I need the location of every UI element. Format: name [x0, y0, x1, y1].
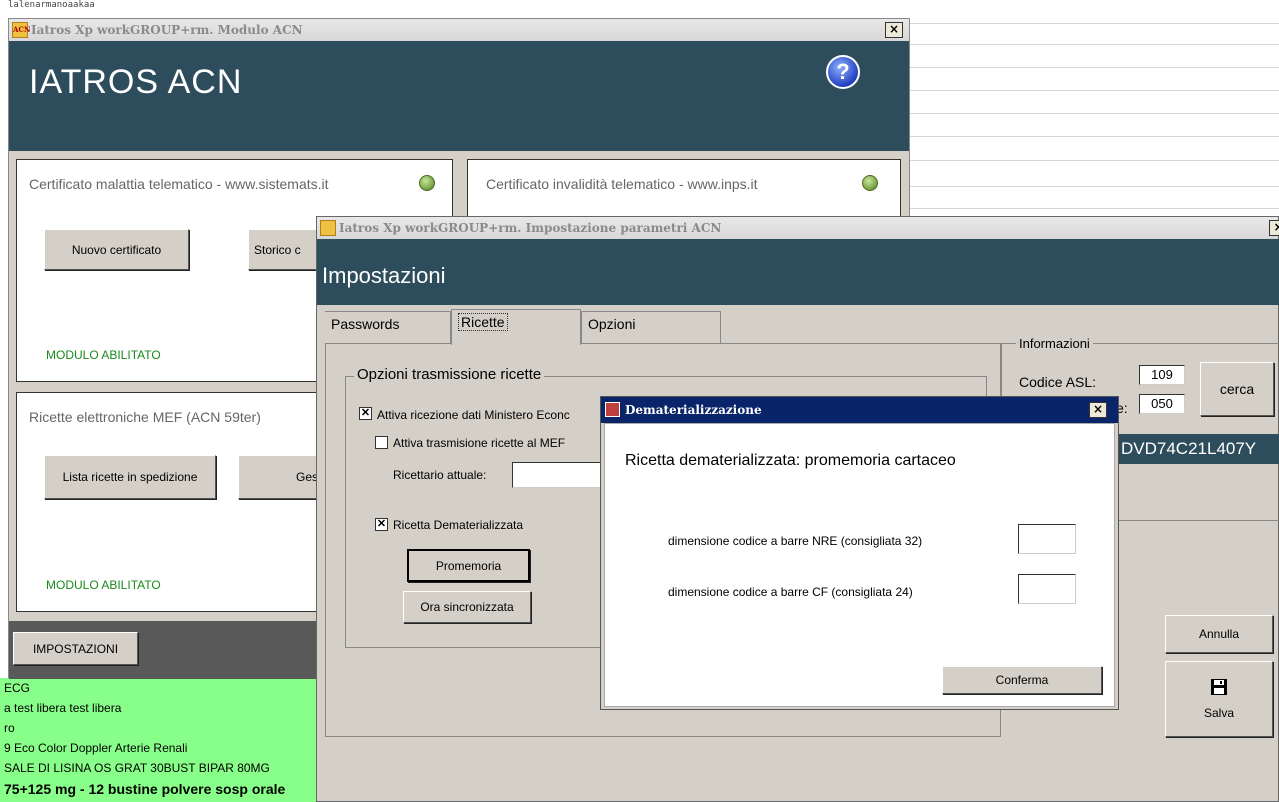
impostazioni-titlebar[interactable]: Iatros Xp workGROUP+rm. Impostazione par…	[317, 217, 1279, 239]
dialog-body: Ricetta dematerializzata: promemoria car…	[604, 423, 1115, 707]
panel-ricette-mef: Ricette elettroniche MEF (ACN 59ter) Lis…	[16, 392, 336, 612]
annulla-button[interactable]: Annulla	[1165, 615, 1273, 653]
app-icon	[605, 402, 620, 417]
lista-ricette-button[interactable]: Lista ricette in spedizione	[44, 455, 216, 499]
background-prescription-list[interactable]: ECG a test libera test libera ro 9 Eco C…	[0, 678, 330, 802]
panel-title: Certificato invalidità telematico - www.…	[486, 176, 758, 192]
background-lined-area	[908, 0, 1279, 215]
nuovo-certificato-button[interactable]: Nuovo certificato	[44, 229, 189, 270]
salva-button[interactable]: Salva	[1165, 661, 1273, 737]
window-title: Iatros Xp workGROUP+rm. Modulo ACN	[31, 23, 303, 37]
dialog-heading: Ricetta dematerializzata: promemoria car…	[625, 452, 956, 469]
ora-sincronizzata-button[interactable]: Ora sincronizzata	[403, 591, 531, 623]
dematerializzazione-dialog: Dematerializzazione × Ricetta dematerial…	[600, 396, 1119, 710]
dematerializzata-checkbox[interactable]: ✕	[375, 518, 388, 531]
gestione-button[interactable]: Ges	[238, 455, 318, 499]
cerca-button[interactable]: cerca	[1200, 362, 1274, 416]
ricettario-input[interactable]	[512, 462, 602, 488]
list-item[interactable]: 9 Eco Color Doppler Arterie Renali	[4, 741, 187, 755]
group-title: Opzioni trasmissione ricette	[354, 366, 545, 383]
codice-asl-label: Codice ASL:	[1019, 374, 1097, 390]
panel-certificato-invalidita: Certificato invalidità telematico - www.…	[467, 159, 901, 219]
ricettario-label: Ricettario attuale:	[393, 468, 487, 482]
panel-title: Ricette elettroniche MEF (ACN 59ter)	[29, 409, 261, 425]
salva-label: Salva	[1203, 706, 1235, 720]
tab-passwords[interactable]: Passwords	[325, 311, 451, 343]
group-title: Informazioni	[1016, 336, 1093, 351]
list-item[interactable]: ro	[4, 721, 15, 735]
cf-size-input[interactable]	[1018, 574, 1076, 604]
impostazioni-button[interactable]: IMPOSTAZIONI	[13, 632, 138, 665]
tab-label: Ricette	[458, 313, 508, 331]
conferma-button[interactable]: Conferma	[942, 666, 1102, 694]
header-banner: IATROS ACN ?	[9, 41, 909, 151]
status-led-icon	[862, 175, 878, 191]
list-item[interactable]: ECG	[4, 681, 30, 695]
list-item[interactable]: SALE DI LISINA OS GRAT 30BUST BIPAR 80MG	[4, 761, 270, 775]
panel-title: Certificato malattia telematico - www.si…	[29, 176, 329, 192]
modulo-acn-titlebar[interactable]: ACN Iatros Xp workGROUP+rm. Modulo ACN ×	[9, 19, 909, 41]
tab-ricette[interactable]: Ricette	[451, 309, 581, 345]
codice-second-input[interactable]: 050	[1139, 394, 1185, 414]
status-led-icon	[419, 175, 435, 191]
close-button[interactable]: ×	[885, 22, 903, 38]
module-status: MODULO ABILITATO	[46, 348, 161, 362]
tab-opzioni[interactable]: Opzioni	[581, 311, 721, 343]
codice-asl-input[interactable]: 109	[1139, 365, 1185, 385]
app-icon: ACN	[12, 22, 30, 38]
app-icon	[320, 220, 336, 236]
dialog-titlebar[interactable]: Dematerializzazione ×	[601, 397, 1118, 423]
close-button[interactable]: ×	[1089, 402, 1107, 418]
window-title: Iatros Xp workGROUP+rm. Impostazione par…	[339, 221, 722, 235]
page-title: IATROS ACN	[29, 63, 243, 101]
close-button[interactable]: ×	[1269, 220, 1279, 236]
promemoria-button[interactable]: Promemoria	[407, 549, 530, 582]
help-icon[interactable]: ?	[826, 55, 860, 89]
attiva-ricezione-checkbox[interactable]: ✕	[359, 407, 372, 420]
list-item[interactable]: 75+125 mg - 12 bustine polvere sosp oral…	[4, 781, 285, 797]
page-title: Impostazioni	[322, 263, 446, 288]
dematerializzata-label: Ricetta Dematerializzata	[393, 518, 524, 532]
dialog-title: Dematerializzazione	[625, 403, 762, 417]
floppy-disk-icon	[1211, 679, 1227, 695]
nre-size-label: dimensione codice a barre NRE (consiglia…	[668, 534, 923, 548]
attiva-trasmissione-label: Attiva trasmisione ricette al MEF	[393, 436, 566, 450]
attiva-trasmissione-checkbox[interactable]	[375, 436, 388, 449]
background-top-text: lalenarmanoaakaa	[8, 0, 95, 10]
header-banner: Impostazioni	[317, 239, 1279, 305]
attiva-ricezione-label: Attiva ricezione dati Ministero Econc	[377, 408, 570, 422]
module-status: MODULO ABILITATO	[46, 578, 161, 592]
list-item[interactable]: a test libera test libera	[4, 701, 121, 715]
nre-size-input[interactable]	[1018, 524, 1076, 554]
cf-size-label: dimensione codice a barre CF (consigliat…	[668, 585, 913, 599]
